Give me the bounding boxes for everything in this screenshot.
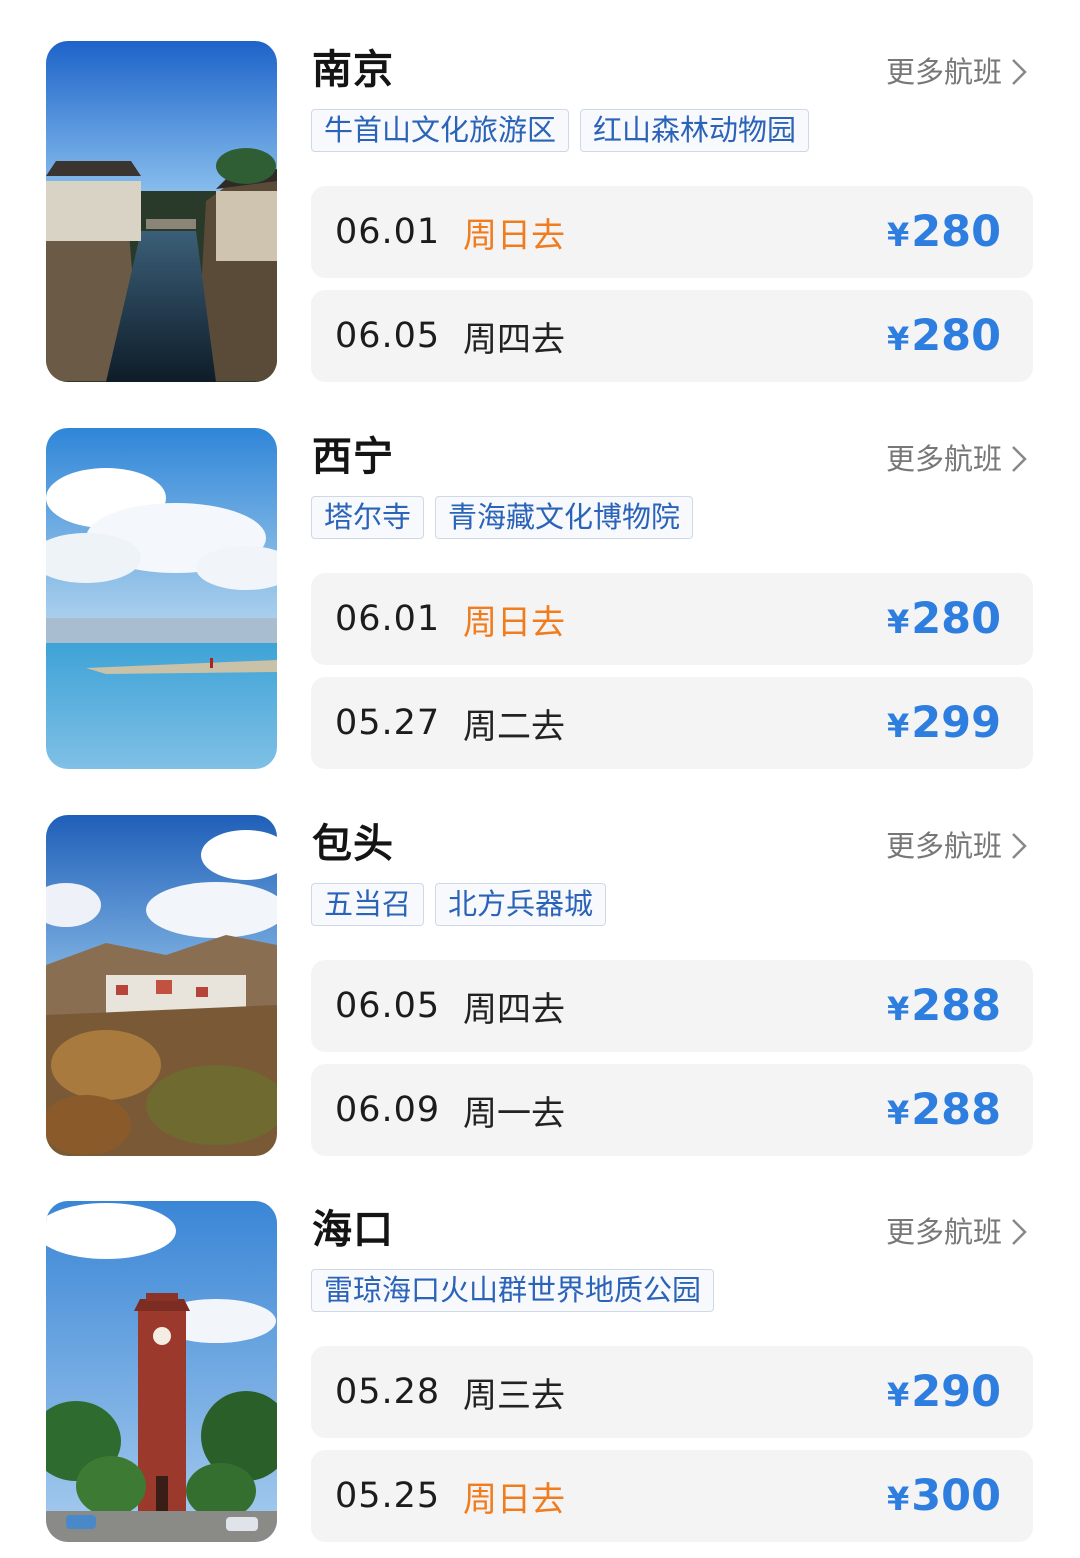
flight-date: 05.25: [335, 1476, 441, 1516]
chevron-right-icon: [1012, 446, 1027, 472]
attraction-tag[interactable]: 北方兵器城: [435, 883, 607, 926]
more-flights-label: 更多航班: [885, 829, 1002, 863]
flight-date: 06.05: [335, 986, 441, 1026]
attraction-tags: 塔尔寺 青海藏文化博物院: [311, 496, 694, 539]
currency-symbol: ¥: [886, 1376, 910, 1414]
flight-weekday: 周日去: [463, 602, 565, 643]
price-value: 280: [911, 207, 1001, 257]
flight-option-row[interactable]: 05.25 周日去 ¥300: [311, 1450, 1033, 1542]
currency-symbol: ¥: [886, 1094, 910, 1132]
flight-date: 06.05: [335, 316, 441, 356]
destination-card-baotou: 包头 更多航班 五当召 北方兵器城 06.05 周四去 ¥288 06.09 周…: [0, 774, 1080, 1160]
destination-photo[interactable]: [46, 428, 277, 769]
currency-symbol: ¥: [886, 1480, 910, 1518]
flight-date: 05.28: [335, 1372, 441, 1412]
more-flights-link[interactable]: 更多航班: [886, 1212, 1028, 1252]
flight-price: ¥288: [887, 980, 1001, 1035]
more-flights-label: 更多航班: [885, 55, 1002, 89]
flight-date: 05.27: [335, 703, 441, 743]
flight-date: 06.01: [335, 212, 441, 252]
flight-option-row[interactable]: 06.01 周日去 ¥280: [311, 573, 1033, 665]
currency-symbol: ¥: [886, 216, 910, 254]
flight-price: ¥280: [887, 206, 1001, 261]
more-flights-link[interactable]: 更多航班: [886, 826, 1028, 866]
flight-date: 06.09: [335, 1090, 441, 1130]
price-value: 299: [911, 698, 1001, 748]
attraction-tag[interactable]: 塔尔寺: [311, 496, 425, 539]
destination-card-nanjing: 南京 更多航班 牛首山文化旅游区 红山森林动物园 06.01 周日去 ¥280 …: [0, 0, 1080, 386]
flight-option-row[interactable]: 05.27 周二去 ¥299: [311, 677, 1033, 769]
destination-photo[interactable]: [46, 1201, 277, 1542]
flight-option-row[interactable]: 06.09 周一去 ¥288: [311, 1064, 1033, 1156]
city-name: 海口: [312, 1207, 394, 1253]
more-flights-label: 更多航班: [885, 1215, 1002, 1249]
flight-price: ¥280: [887, 593, 1001, 648]
more-flights-label: 更多航班: [885, 442, 1002, 476]
city-name: 包头: [312, 821, 394, 867]
city-name: 西宁: [312, 434, 394, 480]
flight-price: ¥300: [887, 1470, 1001, 1525]
attraction-tag[interactable]: 雷琼海口火山群世界地质公园: [311, 1269, 715, 1312]
flight-weekday: 周日去: [463, 215, 565, 256]
flight-date: 06.01: [335, 599, 441, 639]
flight-weekday: 周四去: [463, 989, 565, 1030]
chevron-right-icon: [1012, 59, 1027, 85]
city-name: 南京: [312, 47, 394, 93]
destination-card-xining: 西宁 更多航班 塔尔寺 青海藏文化博物院 06.01 周日去 ¥280 05.2…: [0, 387, 1080, 773]
price-value: 288: [911, 1085, 1001, 1135]
attraction-tags: 五当召 北方兵器城: [311, 883, 607, 926]
price-value: 300: [911, 1471, 1001, 1521]
attraction-tags: 雷琼海口火山群世界地质公园: [311, 1269, 715, 1312]
chevron-right-icon: [1012, 1219, 1027, 1245]
price-value: 290: [911, 1367, 1001, 1417]
price-value: 288: [911, 981, 1001, 1031]
destination-photo[interactable]: [46, 41, 277, 382]
flight-weekday: 周二去: [463, 706, 565, 747]
destination-photo[interactable]: [46, 815, 277, 1156]
flight-weekday: 周一去: [463, 1093, 565, 1134]
price-value: 280: [911, 594, 1001, 644]
attraction-tag[interactable]: 五当召: [311, 883, 425, 926]
currency-symbol: ¥: [886, 603, 910, 641]
more-flights-link[interactable]: 更多航班: [886, 52, 1028, 92]
attraction-tag[interactable]: 红山森林动物园: [580, 109, 810, 152]
currency-symbol: ¥: [886, 707, 910, 745]
price-value: 280: [911, 311, 1001, 361]
currency-symbol: ¥: [886, 320, 910, 358]
attraction-tags: 牛首山文化旅游区 红山森林动物园: [311, 109, 810, 152]
chevron-right-icon: [1012, 833, 1027, 859]
currency-symbol: ¥: [886, 990, 910, 1028]
flight-option-row[interactable]: 06.01 周日去 ¥280: [311, 186, 1033, 278]
flight-weekday: 周日去: [463, 1479, 565, 1520]
flight-option-row[interactable]: 06.05 周四去 ¥280: [311, 290, 1033, 382]
more-flights-link[interactable]: 更多航班: [886, 439, 1028, 479]
flight-price: ¥299: [887, 697, 1001, 752]
destination-card-haikou: 海口 更多航班 雷琼海口火山群世界地质公园 05.28 周三去 ¥290 05.…: [0, 1160, 1080, 1546]
attraction-tag[interactable]: 青海藏文化博物院: [435, 496, 694, 539]
flight-weekday: 周四去: [463, 319, 565, 360]
flight-option-row[interactable]: 06.05 周四去 ¥288: [311, 960, 1033, 1052]
flight-weekday: 周三去: [463, 1375, 565, 1416]
flight-price: ¥288: [887, 1084, 1001, 1139]
flight-option-row[interactable]: 05.28 周三去 ¥290: [311, 1346, 1033, 1438]
flight-price: ¥290: [887, 1366, 1001, 1421]
attraction-tag[interactable]: 牛首山文化旅游区: [311, 109, 570, 152]
flight-price: ¥280: [887, 310, 1001, 365]
